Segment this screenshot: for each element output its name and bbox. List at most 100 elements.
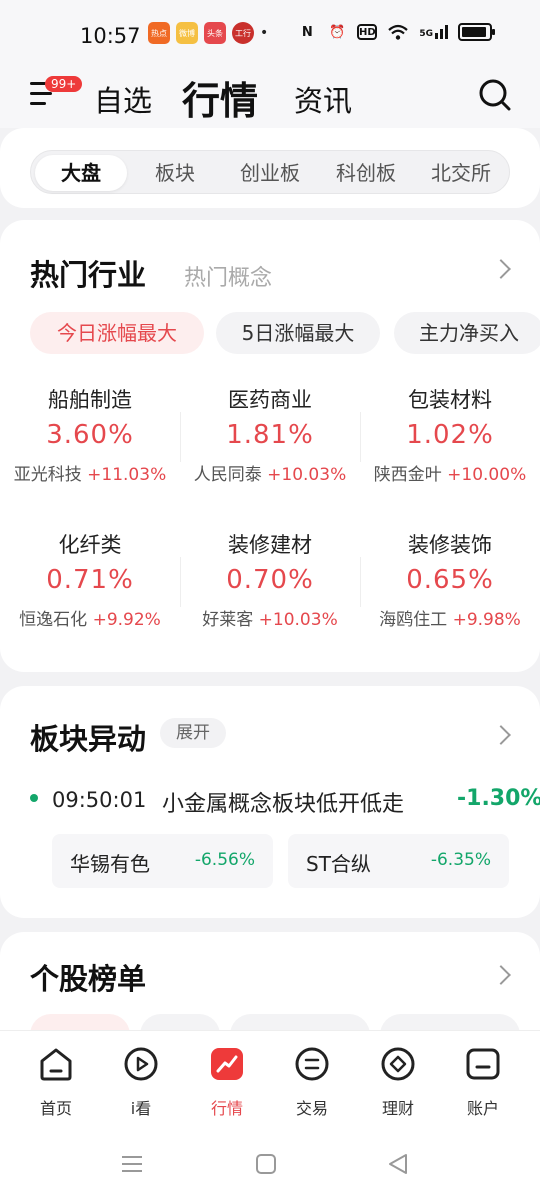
recent-apps-icon[interactable] xyxy=(120,1152,144,1176)
leading-stock-pct: +11.03% xyxy=(87,465,167,485)
home-icon xyxy=(40,1048,72,1081)
alert-text[interactable]: 小金属概念板块低开低走 xyxy=(162,786,404,818)
stock-name: 华锡有色 xyxy=(70,852,150,876)
hot-industry-title[interactable]: 热门行业 xyxy=(30,252,146,294)
filter-today-gain[interactable]: 今日涨幅最大 xyxy=(30,312,204,354)
tab-news[interactable]: 资讯 xyxy=(294,78,352,120)
nfc-icon: N xyxy=(301,24,313,40)
stock-ranking-title[interactable]: 个股榜单 xyxy=(30,956,146,998)
leading-stock-pct: +9.92% xyxy=(92,610,161,630)
nav-label: 账户 xyxy=(466,1099,499,1118)
industry-name: 船舶制造 xyxy=(48,388,132,412)
industry-item[interactable]: 船舶制造 3.60% 亚光科技 +11.03% xyxy=(0,384,180,485)
trend-icon xyxy=(211,1048,243,1080)
alert-pct: -1.30% xyxy=(457,786,540,811)
industry-item[interactable]: 装修建材 0.70% 好莱客 +10.03% xyxy=(180,529,360,630)
nav-label: 交易 xyxy=(295,1099,328,1118)
industry-pct: 3.60% xyxy=(46,420,134,450)
back-icon[interactable] xyxy=(386,1152,410,1176)
app-notification-icon: 热点 xyxy=(148,22,170,44)
chevron-right-icon[interactable] xyxy=(491,725,511,745)
status-time: 10:57 xyxy=(80,24,141,48)
alert-time: 09:50:01 xyxy=(52,788,147,812)
diamond-icon xyxy=(381,1047,415,1081)
leading-stock-name: 亚光科技 xyxy=(13,465,82,485)
play-icon xyxy=(124,1047,158,1081)
industry-item[interactable]: 化纤类 0.71% 恒逸石化 +9.92% xyxy=(0,529,180,630)
industry-name: 医药商业 xyxy=(228,388,312,412)
leading-stock: 海鸥住工 +9.98% xyxy=(360,605,540,630)
nav-account[interactable]: 账户 xyxy=(448,1045,518,1119)
leading-stock-pct: +9.98% xyxy=(452,610,521,630)
top-header: 99+ 自选 行情 资讯 xyxy=(0,60,540,128)
leading-stock-name: 海鸥住工 xyxy=(379,610,448,630)
industry-pct: 0.65% xyxy=(406,565,494,595)
segment-dapan[interactable]: 大盘 xyxy=(35,155,127,191)
industry-pct: 1.81% xyxy=(226,420,314,450)
leading-stock: 亚光科技 +11.03% xyxy=(0,460,180,485)
segment-kechuangban[interactable]: 科创板 xyxy=(319,155,413,191)
account-icon xyxy=(466,1048,500,1080)
nav-label: 行情 xyxy=(210,1099,243,1118)
alarm-icon: ⏰ xyxy=(329,24,346,40)
stock-name: ST合纵 xyxy=(306,852,371,876)
leading-stock-name: 好莱客 xyxy=(202,610,254,630)
stock-pct: -6.56% xyxy=(194,850,255,870)
leading-stock: 人民同泰 +10.03% xyxy=(180,460,360,485)
filter-main-net-buy[interactable]: 主力净买入 xyxy=(394,312,540,354)
industry-name: 装修建材 xyxy=(228,533,312,557)
chevron-right-icon[interactable] xyxy=(491,965,511,985)
bottom-nav: 首页 i看 行情 交易 理财 账户 xyxy=(0,1030,540,1130)
segment-bankuai[interactable]: 板块 xyxy=(129,155,221,191)
alert-dot-icon xyxy=(30,794,38,802)
industry-item[interactable]: 装修装饰 0.65% 海鸥住工 +9.98% xyxy=(360,529,540,630)
leading-stock-pct: +10.03% xyxy=(267,465,347,485)
leading-stock: 好莱客 +10.03% xyxy=(180,605,360,630)
chevron-right-icon[interactable] xyxy=(491,259,511,279)
related-stock-card[interactable]: 华锡有色 -6.56% xyxy=(52,834,273,888)
exchange-icon xyxy=(295,1047,329,1081)
search-icon[interactable] xyxy=(478,78,512,112)
home-button-icon[interactable] xyxy=(254,1152,278,1176)
leading-stock-pct: +10.03% xyxy=(258,610,338,630)
wifi-icon xyxy=(388,24,409,40)
leading-stock-name: 人民同泰 xyxy=(193,465,262,485)
related-stock-card[interactable]: ST合纵 -6.35% xyxy=(288,834,509,888)
network-type: 5G xyxy=(419,29,433,39)
battery-icon xyxy=(458,23,495,41)
system-nav-bar xyxy=(0,1130,540,1200)
industry-pct: 0.71% xyxy=(46,565,134,595)
hot-concept-tab[interactable]: 热门概念 xyxy=(184,260,272,292)
industry-name: 包装材料 xyxy=(408,388,492,412)
more-dot-icon: • xyxy=(260,25,269,41)
nav-home[interactable]: 首页 xyxy=(21,1045,91,1119)
hd-icon: HD xyxy=(357,24,378,40)
tab-market[interactable]: 行情 xyxy=(182,70,258,125)
industry-name: 装修装饰 xyxy=(408,533,492,557)
nav-ikan[interactable]: i看 xyxy=(106,1045,176,1119)
bank-notification-icon: 工行 xyxy=(232,22,254,44)
nav-label: 首页 xyxy=(39,1099,72,1118)
notification-icons: 热点 微博 头条 工行 • xyxy=(148,22,268,44)
sector-movement-title: 板块异动 xyxy=(30,722,147,756)
industry-pct: 1.02% xyxy=(406,420,494,450)
segment-beijiaosuo[interactable]: 北交所 xyxy=(415,155,507,191)
market-tabs-card: 大盘 板块 创业板 科创板 北交所 xyxy=(0,128,540,208)
expand-button[interactable]: 展开 xyxy=(160,718,226,748)
system-status-icons: N ⏰ HD 5G xyxy=(297,22,495,42)
segment-chuangyeban[interactable]: 创业板 xyxy=(223,155,317,191)
leading-stock: 恒逸石化 +9.92% xyxy=(0,605,180,630)
nav-finance[interactable]: 理财 xyxy=(363,1045,433,1119)
industry-item[interactable]: 医药商业 1.81% 人民同泰 +10.03% xyxy=(180,384,360,485)
toutiao-notification-icon: 头条 xyxy=(204,22,226,44)
tab-watchlist[interactable]: 自选 xyxy=(94,78,152,120)
nav-label: 理财 xyxy=(381,1099,414,1118)
leading-stock-name: 陕西金叶 xyxy=(373,465,442,485)
industry-item[interactable]: 包装材料 1.02% 陕西金叶 +10.00% xyxy=(360,384,540,485)
filter-5day-gain[interactable]: 5日涨幅最大 xyxy=(216,312,380,354)
hot-industry-card: 热门行业 热门概念 今日涨幅最大 5日涨幅最大 主力净买入 船舶制造 3.60%… xyxy=(0,220,540,672)
sector-movement-card: 板块异动 展开 09:50:01 小金属概念板块低开低走 -1.30% 华锡有色… xyxy=(0,686,540,918)
nav-market[interactable]: 行情 xyxy=(192,1045,262,1119)
nav-trade[interactable]: 交易 xyxy=(277,1045,347,1119)
signal-icon: 5G xyxy=(419,25,448,39)
